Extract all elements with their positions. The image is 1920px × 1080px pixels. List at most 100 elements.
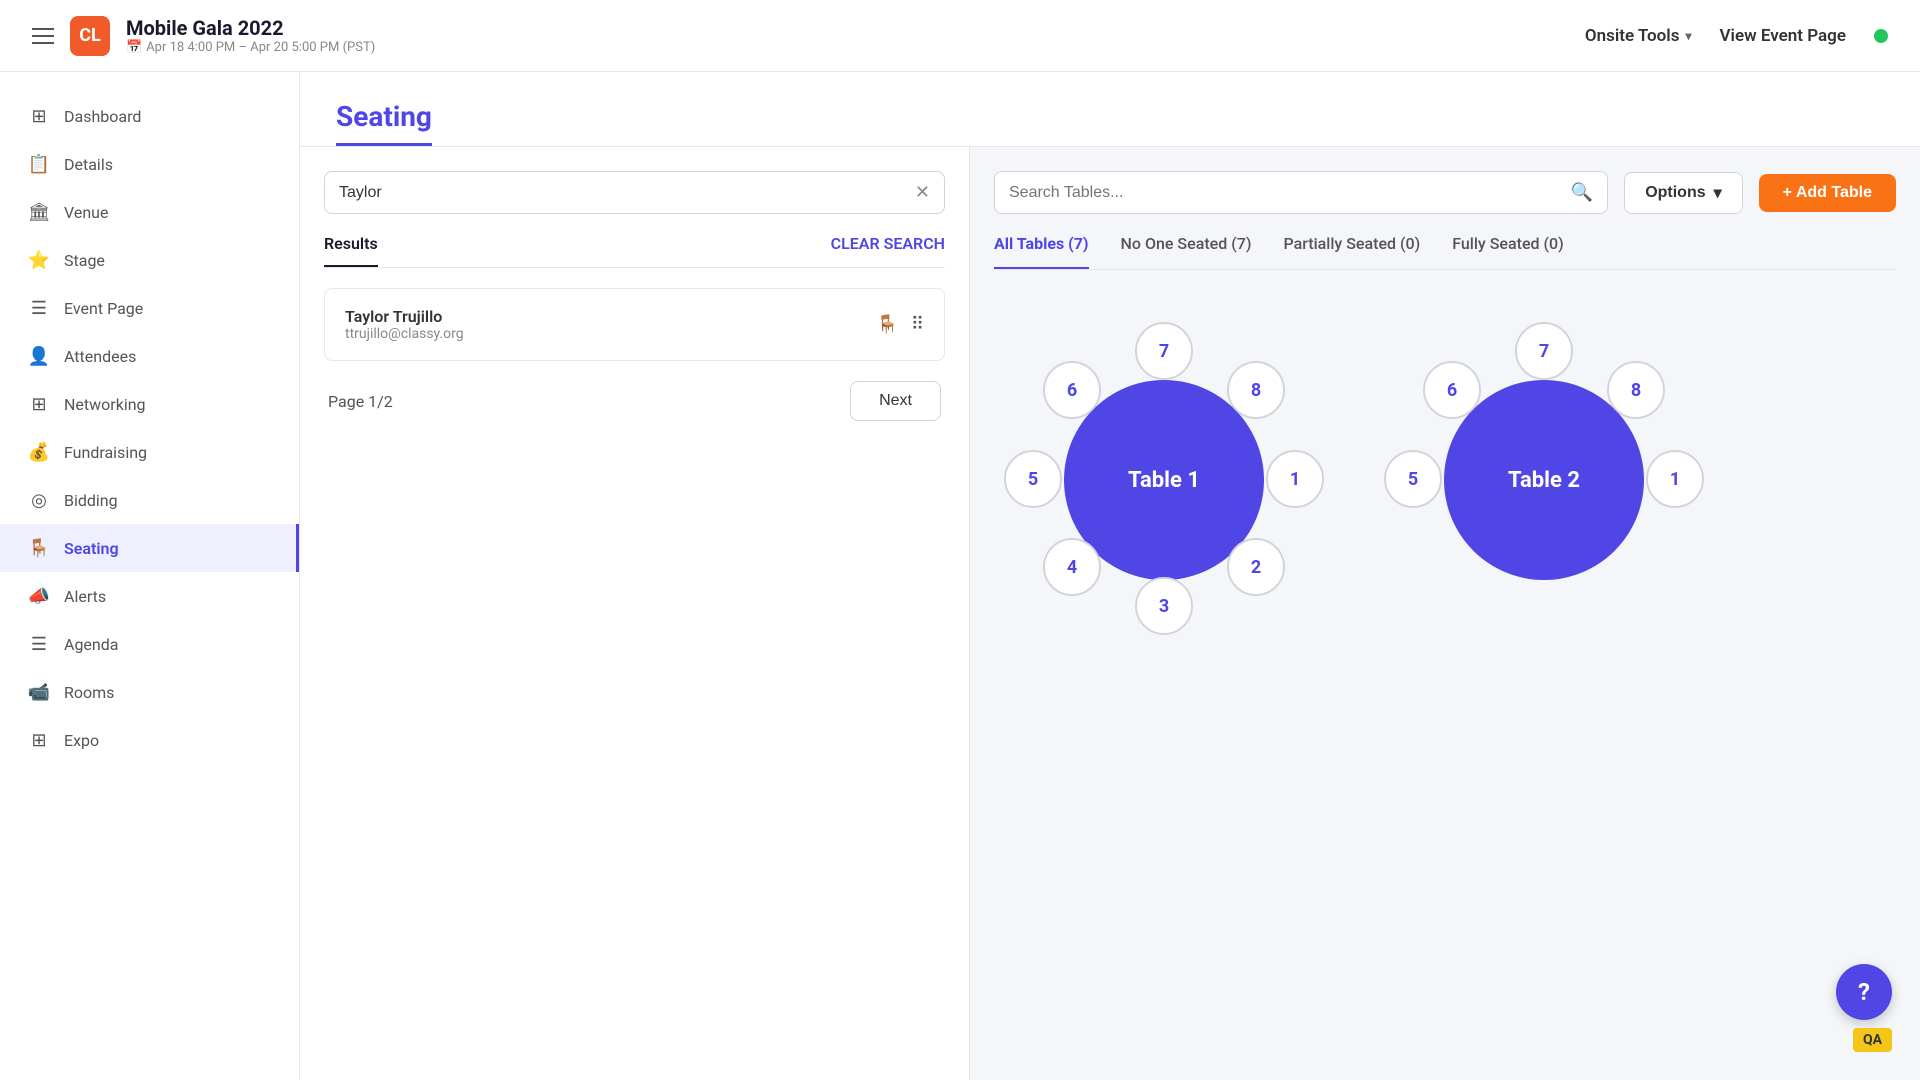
details-icon: 📋 [28, 153, 50, 175]
sidebar-item-agenda[interactable]: ☰ Agenda [0, 620, 299, 668]
sidebar-item-label: Networking [64, 395, 146, 414]
table-diagram-2[interactable]: Table 2 7 8 1 5 6 [1374, 310, 1714, 650]
next-button[interactable]: Next [850, 381, 941, 421]
sidebar-item-label: Dashboard [64, 107, 141, 126]
sidebar-item-rooms[interactable]: 📹 Rooms [0, 668, 299, 716]
search-icon: 🔍 [1571, 182, 1593, 203]
event-info: Mobile Gala 2022 📅 Apr 18 4:00 PM – Apr … [126, 16, 375, 55]
venue-icon: 🏛 [28, 201, 50, 223]
filter-tab-no-one-seated[interactable]: No One Seated (7) [1121, 234, 1252, 269]
table-search-input[interactable] [1009, 184, 1563, 202]
filter-tab-partially-seated[interactable]: Partially Seated (0) [1283, 234, 1420, 269]
fundraising-icon: 💰 [28, 441, 50, 463]
calendar-icon: 📅 [126, 40, 142, 55]
sidebar-item-label: Venue [64, 203, 108, 222]
onsite-tools-button[interactable]: Onsite Tools ▾ [1585, 26, 1692, 46]
seat-1-2[interactable]: 2 [1227, 538, 1285, 596]
tables-diagrams: Table 1 7 8 1 2 3 4 [994, 290, 1896, 670]
seat-1-8[interactable]: 8 [1227, 361, 1285, 419]
chevron-down-icon: ▾ [1685, 29, 1691, 43]
seat-1-1[interactable]: 1 [1266, 450, 1324, 508]
sidebar-item-dashboard[interactable]: ⊞ Dashboard [0, 92, 299, 140]
filter-tab-all[interactable]: All Tables (7) [994, 234, 1089, 269]
page-title: Seating [336, 100, 432, 146]
sidebar-item-venue[interactable]: 🏛 Venue [0, 188, 299, 236]
filter-tab-fully-seated[interactable]: Fully Seated (0) [1452, 234, 1564, 269]
add-table-button[interactable]: + Add Table [1759, 174, 1896, 212]
chevron-down-icon: ▾ [1714, 183, 1722, 203]
seat-1-5[interactable]: 5 [1004, 450, 1062, 508]
table-filter-tabs: All Tables (7) No One Seated (7) Partial… [994, 234, 1896, 270]
attendee-search-wrapper[interactable]: ✕ [324, 171, 945, 214]
sidebar-item-label: Stage [64, 251, 105, 270]
sidebar-item-label: Fundraising [64, 443, 147, 462]
search-tabs: Results CLEAR SEARCH [324, 234, 945, 268]
table-diagram-1[interactable]: Table 1 7 8 1 2 3 4 [994, 310, 1334, 650]
tables-header: 🔍 Options ▾ + Add Table [994, 171, 1896, 214]
networking-icon: ⊞ [28, 393, 50, 415]
qa-badge[interactable]: QA [1853, 1028, 1892, 1052]
event-title: Mobile Gala 2022 [126, 16, 375, 40]
app-header: CL Mobile Gala 2022 📅 Apr 18 4:00 PM – A… [0, 0, 1920, 72]
seat-1-6[interactable]: 6 [1043, 361, 1101, 419]
sidebar-item-stage[interactable]: ⭐ Stage [0, 236, 299, 284]
table-search-wrapper[interactable]: 🔍 [994, 171, 1608, 214]
attendee-search-input[interactable] [339, 184, 907, 202]
seat-2-8[interactable]: 8 [1607, 361, 1665, 419]
seat-1-7[interactable]: 7 [1135, 322, 1193, 380]
attendee-name: Taylor Trujillo [345, 307, 464, 326]
sidebar-item-seating[interactable]: 🪑 Seating [0, 524, 299, 572]
page-header: Seating [300, 72, 1920, 147]
help-button[interactable]: ? [1836, 964, 1892, 1020]
tables-panel: 🔍 Options ▾ + Add Table All Tables (7) N… [970, 147, 1920, 1080]
header-right: Onsite Tools ▾ View Event Page [1585, 26, 1888, 46]
seat-1-3[interactable]: 3 [1135, 577, 1193, 635]
alerts-icon: 📣 [28, 585, 50, 607]
page-info: Page 1/2 [328, 392, 393, 411]
sidebar-item-label: Expo [64, 731, 99, 750]
attendee-email: ttrujillo@classy.org [345, 326, 464, 342]
seat-icon[interactable]: 🪑 [876, 314, 898, 335]
sidebar-item-label: Alerts [64, 587, 106, 606]
tab-results[interactable]: Results [324, 234, 378, 267]
sidebar-item-label: Attendees [64, 347, 136, 366]
seat-2-6[interactable]: 6 [1423, 361, 1481, 419]
result-actions: 🪑 ⠿ [876, 314, 924, 335]
sidebar-item-fundraising[interactable]: 💰 Fundraising [0, 428, 299, 476]
sidebar-item-bidding[interactable]: ◎ Bidding [0, 476, 299, 524]
sidebar-item-event-page[interactable]: ☰ Event Page [0, 284, 299, 332]
sidebar-item-label: Bidding [64, 491, 118, 510]
rooms-icon: 📹 [28, 681, 50, 703]
grid-icon[interactable]: ⠿ [911, 314, 924, 335]
sidebar-item-attendees[interactable]: 👤 Attendees [0, 332, 299, 380]
pagination: Page 1/2 Next [324, 381, 945, 421]
sidebar-item-details[interactable]: 📋 Details [0, 140, 299, 188]
clear-search-button[interactable]: CLEAR SEARCH [831, 234, 945, 267]
content-body: ✕ Results CLEAR SEARCH Taylor Trujillo t… [300, 147, 1920, 1080]
seat-2-1[interactable]: 1 [1646, 450, 1704, 508]
search-panel: ✕ Results CLEAR SEARCH Taylor Trujillo t… [300, 147, 970, 1080]
view-event-page-button[interactable]: View Event Page [1719, 26, 1846, 46]
search-clear-icon[interactable]: ✕ [915, 182, 930, 203]
expo-icon: ⊞ [28, 729, 50, 751]
seat-2-7[interactable]: 7 [1515, 322, 1573, 380]
result-item: Taylor Trujillo ttrujillo@classy.org 🪑 ⠿ [324, 288, 945, 361]
sidebar-item-label: Rooms [64, 683, 114, 702]
sidebar-item-networking[interactable]: ⊞ Networking [0, 380, 299, 428]
stage-icon: ⭐ [28, 249, 50, 271]
event-date: 📅 Apr 18 4:00 PM – Apr 20 5:00 PM (PST) [126, 40, 375, 55]
options-button[interactable]: Options ▾ [1624, 172, 1742, 214]
result-info: Taylor Trujillo ttrujillo@classy.org [345, 307, 464, 342]
seat-2-5[interactable]: 5 [1384, 450, 1442, 508]
sidebar-item-expo[interactable]: ⊞ Expo [0, 716, 299, 764]
seat-1-4[interactable]: 4 [1043, 538, 1101, 596]
event-page-icon: ☰ [28, 297, 50, 319]
bidding-icon: ◎ [28, 489, 50, 511]
sidebar-item-alerts[interactable]: 📣 Alerts [0, 572, 299, 620]
sidebar-item-label: Seating [64, 539, 119, 558]
seating-icon: 🪑 [28, 537, 50, 559]
hamburger-menu[interactable] [32, 28, 54, 44]
sidebar: ⊞ Dashboard 📋 Details 🏛 Venue ⭐ Stage ☰ … [0, 72, 300, 1080]
sidebar-item-label: Details [64, 155, 113, 174]
app-logo: CL [70, 16, 110, 56]
